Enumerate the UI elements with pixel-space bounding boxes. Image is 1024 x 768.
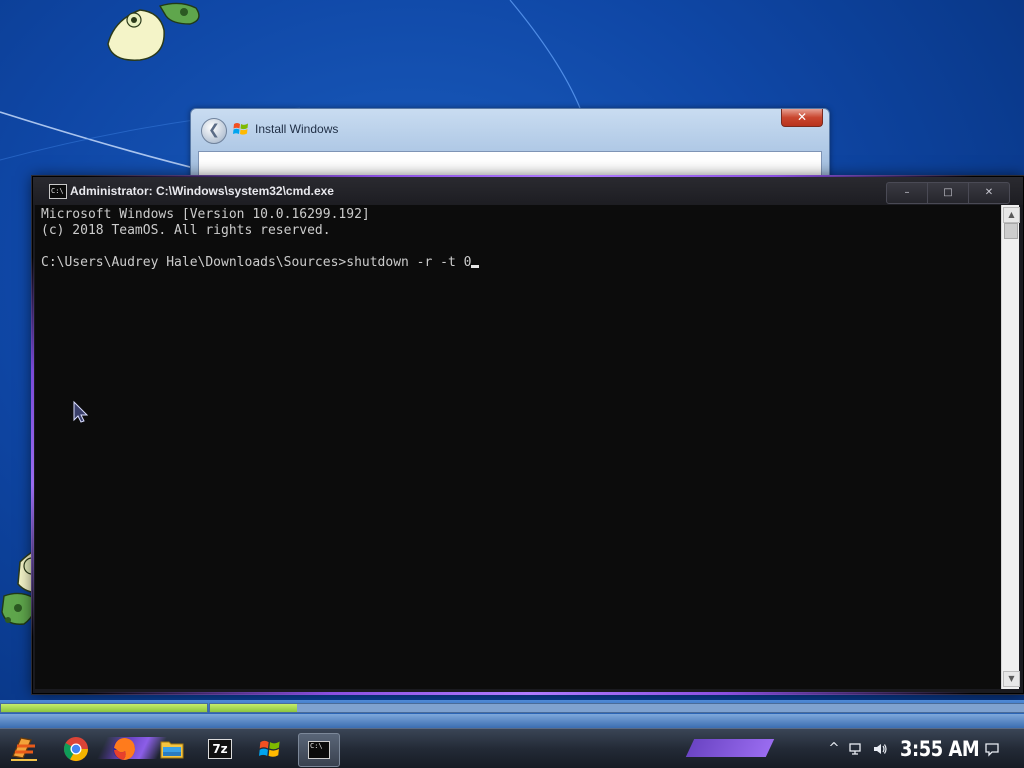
notification-icon[interactable] [984,741,1000,757]
cmd-window[interactable]: C:\ Administrator: C:\Windows\system32\c… [31,175,1024,695]
chevron-up-icon: ^ [828,741,840,756]
window-glow-left [31,257,34,637]
taskbar-accent-right [685,739,775,757]
console-line: C:\Users\Audrey Hale\Downloads\Sources>s… [41,255,472,270]
windows-flag-icon [233,123,248,135]
cmd-icon[interactable]: C:\ [49,184,67,199]
progress-stage-1-fill [1,704,207,712]
setup-progress-band [0,700,1024,714]
minimize-button[interactable]: – [886,182,928,204]
text-cursor [471,265,480,268]
install-close-button[interactable]: ✕ [781,109,823,127]
desktop-mascot-art [107,2,200,61]
cmd-icon-text: C:\ [310,742,323,750]
console-line: Microsoft Windows [Version 10.0.16299.19… [41,207,370,222]
window-title: Administrator: C:\Windows\system32\cmd.e… [70,184,334,198]
taskbar-7zip[interactable]: 7z [200,733,240,765]
close-button[interactable]: ✕ [968,182,1010,204]
back-arrow-icon[interactable]: ❮ [201,118,227,144]
start-button[interactable] [6,732,42,766]
maximize-button[interactable]: □ [927,182,969,204]
scrollbar-thumb[interactable] [1004,223,1018,239]
start-icon [11,737,37,761]
progress-stage-1 [0,703,208,713]
network-icon[interactable] [848,741,864,757]
cmd-icon: C:\ [308,741,330,759]
taskbar-firefox[interactable] [104,733,144,765]
progress-stage-2-fill [210,704,298,712]
clock[interactable]: 3:55 AM [900,737,980,761]
taskbar-command-prompt[interactable]: C:\ [298,733,340,767]
scroll-up-button[interactable]: ▲ [1003,207,1020,223]
taskbar-windows-setup[interactable] [250,733,290,765]
windows-flag-icon [259,740,280,757]
7zip-icon: 7z [208,739,232,759]
firefox-icon [113,738,135,760]
scroll-down-button[interactable]: ▼ [1003,671,1020,687]
vertical-scrollbar[interactable]: ▲ ▼ [1001,205,1020,689]
console-line: (c) 2018 TeamOS. All rights reserved. [41,223,331,238]
mouse-pointer-icon [73,400,89,423]
show-hidden-icons-button[interactable]: ^ [826,741,842,757]
taskbar-file-explorer[interactable] [152,733,192,765]
7zip-label: 7z [212,742,228,756]
console-text: Microsoft Windows [Version 10.0.16299.19… [41,207,480,271]
progress-stage-2 [209,703,1024,713]
folder-icon [160,741,184,759]
install-windows-title: Install Windows [255,122,339,136]
console-output[interactable]: Microsoft Windows [Version 10.0.16299.19… [35,205,1001,689]
window-glow-bottom [33,692,1023,695]
volume-icon[interactable] [872,741,888,757]
cmd-titlebar[interactable]: C:\ Administrator: C:\Windows\system32\c… [33,177,1023,205]
taskbar-chrome[interactable] [56,733,96,765]
console-prompt-line[interactable]: C:\Users\Audrey Hale\Downloads\Sources>s… [41,255,480,271]
chrome-icon [63,737,88,762]
taskbar: 7z C:\ ^ 3:55 AM [0,728,1024,768]
taskbar-top-band [0,714,1024,728]
